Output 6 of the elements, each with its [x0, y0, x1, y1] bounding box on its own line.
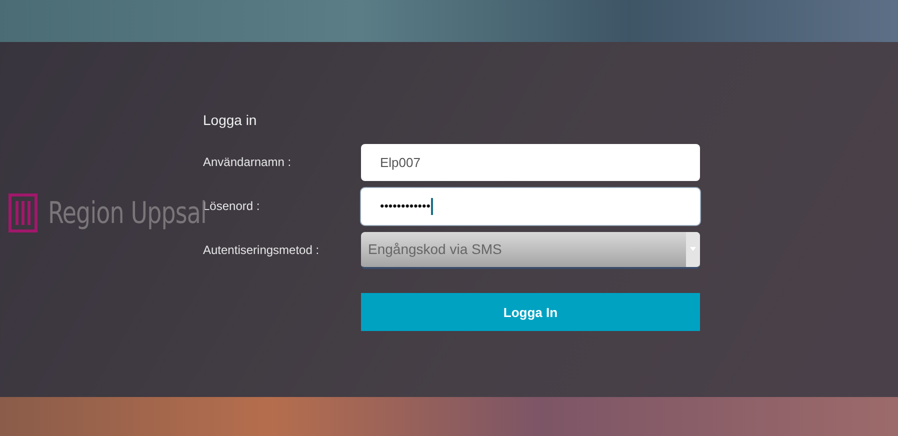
field-label: Användarnamn :	[203, 155, 292, 169]
form-title: Logga in	[203, 112, 257, 128]
logo-icon	[8, 193, 38, 233]
username-field[interactable]: Elp007	[361, 144, 700, 180]
field-label: Autentiseringsmetod :	[203, 243, 320, 257]
password-field[interactable]: ••••••••••••	[361, 188, 700, 224]
